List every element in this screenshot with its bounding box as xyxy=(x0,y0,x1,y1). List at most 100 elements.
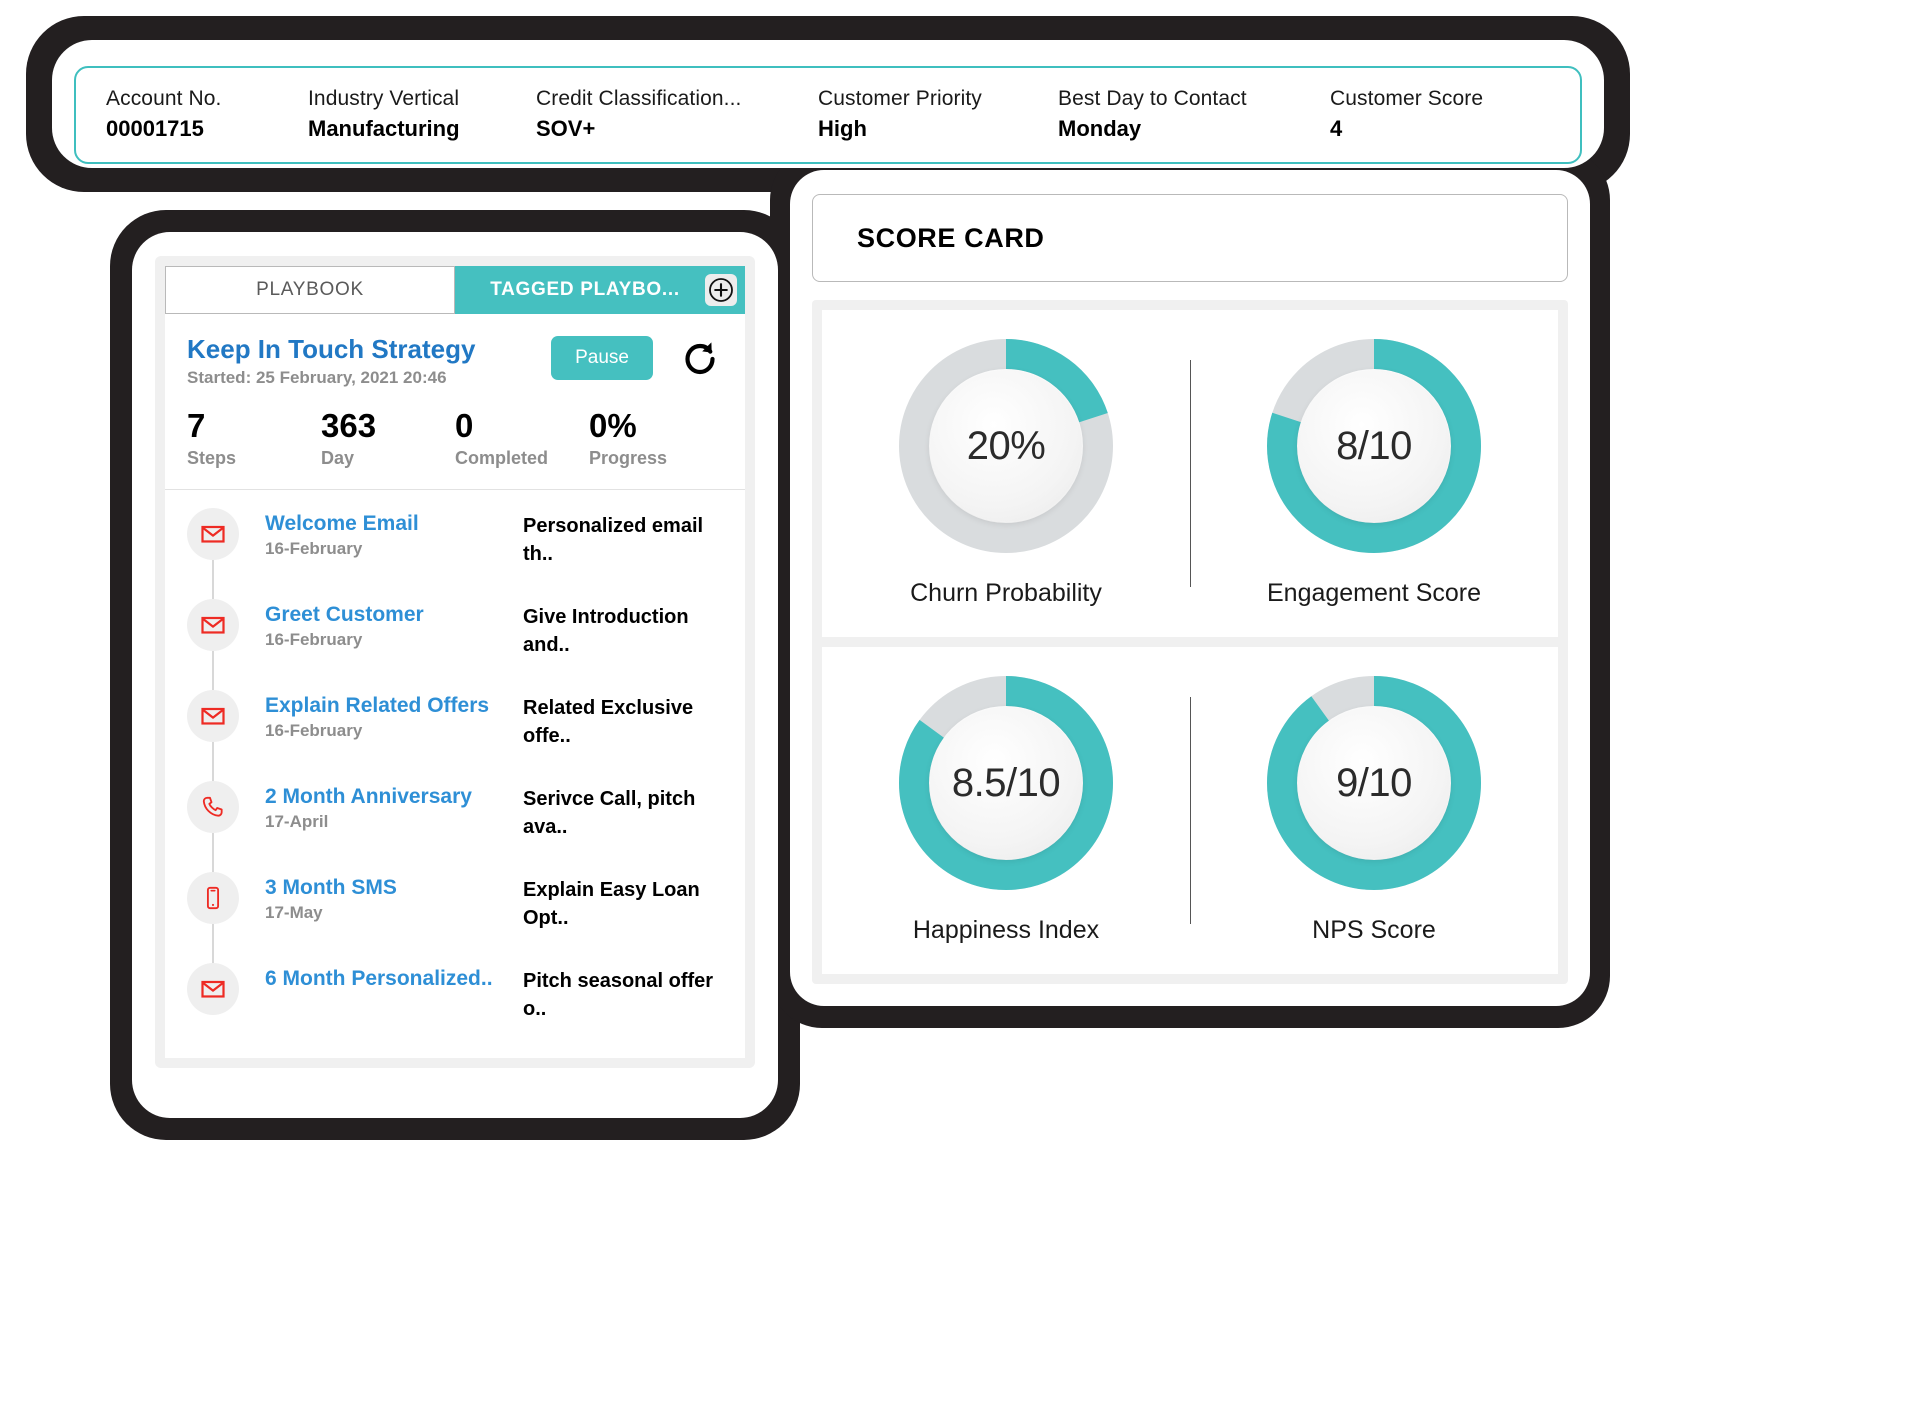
stat-steps: 7 Steps xyxy=(187,406,321,469)
step-row[interactable]: 2 Month Anniversary 17-April Serivce Call,… xyxy=(187,781,723,874)
gauge-divider xyxy=(1190,697,1191,924)
step-row[interactable]: Welcome Email 16-February Personalized ema… xyxy=(187,508,723,601)
info-value: High xyxy=(818,116,867,141)
stat-value: 0% xyxy=(589,407,637,444)
donut-chart: 20% xyxy=(899,339,1113,553)
donut-hole: 9/10 xyxy=(1298,707,1450,859)
email-icon-badge xyxy=(187,963,239,1015)
step-connector-line xyxy=(212,560,214,601)
step-connector-line xyxy=(212,833,214,874)
gauge-value: 9/10 xyxy=(1336,760,1412,805)
step-icon-wrap xyxy=(187,599,265,692)
step-title[interactable]: 2 Month Anniversary xyxy=(265,783,523,811)
step-date: 16-February xyxy=(265,630,363,649)
step-title[interactable]: 6 Month Personalized.. xyxy=(265,965,523,993)
step-title[interactable]: Explain Related Offers xyxy=(265,692,523,720)
gauge-card-row-1: 20% Churn Probability 8/10 Engagement Sc… xyxy=(822,310,1558,637)
step-description: Explain Easy Loan Opt.. xyxy=(523,879,700,929)
stat-value: 7 xyxy=(187,407,206,444)
phone-icon xyxy=(202,796,223,817)
step-icon-wrap xyxy=(187,781,265,874)
step-title[interactable]: Welcome Email xyxy=(265,510,523,538)
step-main: Greet Customer 16-February xyxy=(265,599,523,650)
info-label: Industry Vertical xyxy=(308,87,460,110)
step-row[interactable]: 6 Month Personalized.. Pitch seasonal off… xyxy=(187,963,723,1054)
donut-hole: 20% xyxy=(930,370,1082,522)
step-description: Give Introduction and.. xyxy=(523,606,689,656)
step-connector-line xyxy=(212,742,214,783)
email-icon-badge xyxy=(187,690,239,742)
step-date: 16-February xyxy=(265,539,363,558)
step-description: Personalized email th.. xyxy=(523,515,704,565)
step-title[interactable]: 3 Month SMS xyxy=(265,874,523,902)
step-main: 3 Month SMS 17-May xyxy=(265,872,523,923)
strategy-header: Keep In Touch Strategy Started: 25 Febru… xyxy=(165,314,745,388)
stat-label: Day xyxy=(321,448,355,468)
step-date: 17-May xyxy=(265,903,323,922)
gauge-card-row-2: 8.5/10 Happiness Index 9/10 NPS Score xyxy=(822,647,1558,974)
step-row[interactable]: Greet Customer 16-February Give Introducti… xyxy=(187,599,723,692)
stat-value: 363 xyxy=(321,407,377,444)
step-icon-wrap xyxy=(187,872,265,965)
info-field-customer-priority: Customer Priority High xyxy=(818,85,1058,145)
phone-icon-badge xyxy=(187,781,239,833)
step-icon-wrap xyxy=(187,963,265,1015)
info-field-account-no: Account No. 00001715 xyxy=(106,85,308,145)
playbook-steps-list: Welcome Email 16-February Personalized ema… xyxy=(165,490,745,1058)
stat-day: 363 Day xyxy=(321,406,455,469)
step-main: Explain Related Offers 16-February xyxy=(265,690,523,741)
email-icon xyxy=(201,980,225,998)
step-connector-line xyxy=(212,651,214,692)
step-row[interactable]: 3 Month SMS 17-May Explain Easy Loan Opt.. xyxy=(187,872,723,965)
stat-label: Steps xyxy=(187,448,237,468)
stat-value: 0 xyxy=(455,407,474,444)
tab-tagged-playbook-label: TAGGED PLAYBO... xyxy=(490,279,680,300)
gauge-divider xyxy=(1190,360,1191,587)
tab-playbook[interactable]: PLAYBOOK xyxy=(165,266,455,314)
step-title[interactable]: Greet Customer xyxy=(265,601,523,629)
donut-chart: 8/10 xyxy=(1267,339,1481,553)
gauge-label: Churn Probability xyxy=(910,579,1102,607)
donut-hole: 8.5/10 xyxy=(930,707,1082,859)
info-value: Manufacturing xyxy=(308,116,460,141)
gauge-value: 20% xyxy=(966,423,1046,468)
info-label: Best Day to Contact xyxy=(1058,87,1247,110)
info-field-credit-classification: Credit Classification... SOV+ xyxy=(536,85,818,145)
tab-tagged-playbook[interactable]: TAGGED PLAYBO... xyxy=(455,266,745,314)
playbook-inner: PLAYBOOK TAGGED PLAYBO... Keep In Touch … xyxy=(165,266,745,1058)
info-field-best-day-to-contact: Best Day to Contact Monday xyxy=(1058,85,1330,145)
email-icon xyxy=(201,616,225,634)
step-main: Welcome Email 16-February xyxy=(265,508,523,559)
info-value: Monday xyxy=(1058,116,1142,141)
gauge-happiness-index: 8.5/10 Happiness Index xyxy=(822,676,1190,945)
stat-label: Progress xyxy=(589,448,668,468)
step-description: Serivce Call, pitch ava.. xyxy=(523,788,696,838)
pause-button[interactable]: Pause xyxy=(551,336,653,380)
step-main: 6 Month Personalized.. xyxy=(265,963,523,994)
step-icon-wrap xyxy=(187,508,265,601)
email-icon-badge xyxy=(187,599,239,651)
info-value: 00001715 xyxy=(106,116,204,141)
info-label: Credit Classification... xyxy=(536,87,742,110)
sms-icon-badge xyxy=(187,872,239,924)
info-label: Account No. xyxy=(106,87,222,110)
refresh-button[interactable] xyxy=(679,336,723,382)
step-connector-line xyxy=(212,924,214,965)
info-value: SOV+ xyxy=(536,116,596,141)
tab-playbook-label: PLAYBOOK xyxy=(256,279,364,300)
email-icon xyxy=(201,525,225,543)
donut-hole: 8/10 xyxy=(1298,370,1450,522)
gauge-label: Happiness Index xyxy=(912,916,1100,944)
gauge-churn-probability: 20% Churn Probability xyxy=(822,339,1190,608)
gauge-nps-score: 9/10 NPS Score xyxy=(1190,676,1558,945)
step-date: 17-April xyxy=(265,812,329,831)
gauge-engagement-score: 8/10 Engagement Score xyxy=(1190,339,1558,608)
refresh-icon xyxy=(685,342,715,375)
plus-circle-icon xyxy=(709,278,733,302)
add-playbook-button[interactable] xyxy=(705,274,737,306)
playbook-card: PLAYBOOK TAGGED PLAYBO... Keep In Touch … xyxy=(155,256,755,1068)
score-card: SCORE CARD 20% Churn Probability 8/10 En… xyxy=(812,194,1568,984)
step-row[interactable]: Explain Related Offers 16-February Related… xyxy=(187,690,723,783)
email-icon-badge xyxy=(187,508,239,560)
stat-completed: 0 Completed xyxy=(455,406,589,469)
